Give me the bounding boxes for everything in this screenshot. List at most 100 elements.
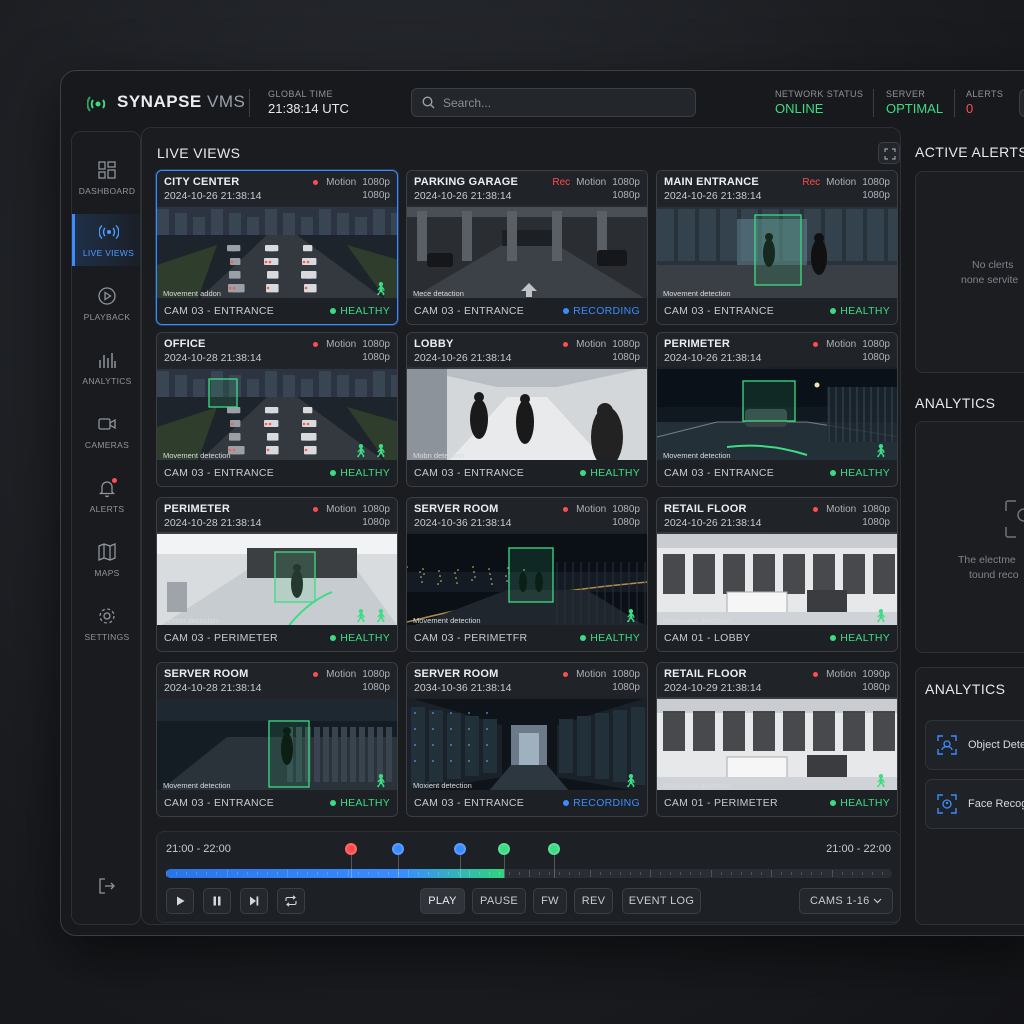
camera-timestamp: 2024-10-26 21:38:14 xyxy=(664,352,762,364)
timeline-tick xyxy=(760,872,762,875)
camera-status-label: RECORDING xyxy=(573,797,640,809)
timeline-tick xyxy=(327,872,329,875)
resolution-tag: 1080p xyxy=(612,517,640,528)
object-detection-item[interactable]: Object Dete xyxy=(925,720,1024,770)
search-box[interactable] xyxy=(411,88,696,117)
timeline-tick xyxy=(841,872,843,875)
cams-select[interactable]: CAMS 1-16 xyxy=(799,888,893,914)
sidebar-item-analytics[interactable]: ANALYTICS xyxy=(72,342,142,394)
pause-button[interactable]: PAUSE xyxy=(472,888,526,914)
detection-caption: Moxient detection xyxy=(413,781,472,790)
timeline-tick xyxy=(508,872,510,875)
camera-name: PERIMETER xyxy=(164,503,230,515)
timeline-tick xyxy=(236,872,238,875)
chevron-down-icon xyxy=(873,898,882,904)
camera-tile[interactable]: Movement detection 🚶︎ PERIMETER 2024-10-… xyxy=(656,332,898,487)
motion-tag: Motion xyxy=(576,504,607,515)
detection-caption: Mobn detection xyxy=(413,451,465,460)
sidebar-item-maps[interactable]: MAPS xyxy=(72,534,142,586)
timeline-tick xyxy=(246,872,248,875)
resolution-tag: 1080p xyxy=(862,190,890,201)
app-window: SYNAPSE VMS GLOBAL TIME 21:38:14 UTC NET… xyxy=(60,70,1024,936)
fullscreen-button[interactable] xyxy=(878,142,900,164)
camera-status: HEALTHY xyxy=(330,797,390,809)
analytics-title: ANALYTICS xyxy=(915,395,996,411)
play-button[interactable]: PLAY xyxy=(420,888,465,914)
alerts-status[interactable]: ALERTS 0 xyxy=(966,89,1003,116)
camera-name: PARKING GARAGE xyxy=(414,176,519,188)
play-icon-button[interactable] xyxy=(166,888,194,914)
event-marker[interactable] xyxy=(497,843,510,855)
event-marker[interactable] xyxy=(454,843,467,855)
camera-tile[interactable]: Movement detection 🚶︎ RETAIL FLOOR 2024-… xyxy=(656,662,898,817)
reverse-button[interactable]: REV xyxy=(574,888,613,914)
status-dot xyxy=(330,800,337,807)
face-recognition-item[interactable]: Face Recog xyxy=(925,779,1024,829)
resolution-tag: 1080p xyxy=(362,177,390,188)
event-marker[interactable] xyxy=(345,843,358,855)
loop-button[interactable] xyxy=(277,888,305,914)
event-marker-line xyxy=(460,855,462,878)
sidebar-item-label: SETTINGS xyxy=(84,632,130,642)
sidebar-item-alerts[interactable]: ALERTS xyxy=(72,470,142,522)
camera-tile[interactable]: Mece detaction PARKING GARAGE 2024-10-26… xyxy=(406,170,648,325)
camera-tile[interactable]: Movement addon 🚶︎ CITY CENTER 2024-10-26… xyxy=(156,170,398,325)
timeline-tick xyxy=(418,872,420,875)
resolution-tag: 1080p xyxy=(612,177,640,188)
camera-tile[interactable]: Motion decoclato 🚶︎ 🚶︎ PERIMETER 2024-10… xyxy=(156,497,398,652)
search-input[interactable] xyxy=(443,95,673,110)
camera-status-label: HEALTHY xyxy=(340,467,390,479)
detection-caption: Movement detection xyxy=(663,781,731,790)
camera-tile[interactable]: Movement detection 🚶︎ RETAIL FLOOR 2024-… xyxy=(656,497,898,652)
sidebar-item-dashboard[interactable]: DASHBOARD xyxy=(72,152,142,204)
face-recognition-label: Face Recog xyxy=(968,798,1024,810)
event-marker[interactable] xyxy=(548,843,561,855)
resolution-tag: 1080p xyxy=(362,669,390,680)
page-title: LIVE VIEWS xyxy=(157,145,241,161)
camera-feed: Mobn detection xyxy=(407,367,647,463)
forward-button[interactable]: FW xyxy=(533,888,567,914)
camera-tile[interactable]: Mobn detection LOBBY 2024-10-26 21:38:14… xyxy=(406,332,648,487)
skip-forward-button[interactable] xyxy=(240,888,268,914)
timeline-tick xyxy=(347,870,349,877)
timeline-tick xyxy=(458,872,460,875)
user-menu-button[interactable] xyxy=(1019,89,1024,117)
resolution-tag: 1080p xyxy=(612,682,640,693)
camera-footer: CAM 03 - ENTRANCE HEALTHY xyxy=(157,460,397,486)
camera-tile[interactable]: Movement detection MAIN ENTRANCE 2024-10… xyxy=(656,170,898,325)
sidebar-item-cameras[interactable]: CAMERAS xyxy=(72,406,142,458)
event-marker[interactable] xyxy=(392,843,405,855)
timeline-tick xyxy=(730,872,732,875)
pause-icon-button[interactable] xyxy=(203,888,231,914)
map-icon xyxy=(98,543,116,561)
event-log-button[interactable]: EVENT LOG xyxy=(622,888,701,914)
timeline-tick xyxy=(589,870,591,877)
detection-caption: Movement addon xyxy=(163,289,221,298)
rec-dot-icon xyxy=(313,672,319,677)
sidebar: DASHBOARD LIVE VIEWS PLAYBACK ANALYTICS … xyxy=(71,131,142,925)
detection-caption: Movement detection xyxy=(163,451,231,460)
camera-tile[interactable]: Movement detection 🚶︎ SERVER ROOM 2024-1… xyxy=(156,662,398,817)
camera-id: CAM 03 - PERIMETER xyxy=(164,632,278,644)
camera-tile[interactable]: Movement detection 🚶︎ 🚶︎ OFFICE 2024-10-… xyxy=(156,332,398,487)
camera-footer: CAM 03 - ENTRANCE HEALTHY xyxy=(157,790,397,816)
status-dot xyxy=(330,308,337,315)
timeline-tick xyxy=(811,872,813,875)
logout-button[interactable] xyxy=(72,860,142,912)
status-dot xyxy=(330,635,337,642)
person-detection-icon: 🚶︎ xyxy=(352,443,369,458)
camera-tile[interactable]: Movement detection 🚶︎ SERVER ROOM 2024-1… xyxy=(406,497,648,652)
timeline-track[interactable] xyxy=(166,843,892,878)
pause-icon xyxy=(213,896,221,906)
camera-tile[interactable]: Moxient detection 🚶︎ SERVER ROOM 2034-10… xyxy=(406,662,648,817)
camera-timestamp: 2024-10-28 21:38:14 xyxy=(164,352,262,364)
sidebar-item-playback[interactable]: PLAYBACK xyxy=(72,278,142,330)
camera-id: CAM 03 - ENTRANCE xyxy=(164,467,275,479)
sidebar-item-live-views[interactable]: LIVE VIEWS xyxy=(72,214,142,266)
network-status-label: NETWORK STATUS xyxy=(775,89,864,99)
camera-footer: CAM 03 - ENTRANCE RECORDING xyxy=(407,298,647,324)
live-views-icon xyxy=(98,224,119,240)
timeline-tick xyxy=(599,872,601,875)
camera-tags: Motion 1080p xyxy=(813,504,890,515)
sidebar-item-settings[interactable]: SETTINGS xyxy=(72,598,142,650)
